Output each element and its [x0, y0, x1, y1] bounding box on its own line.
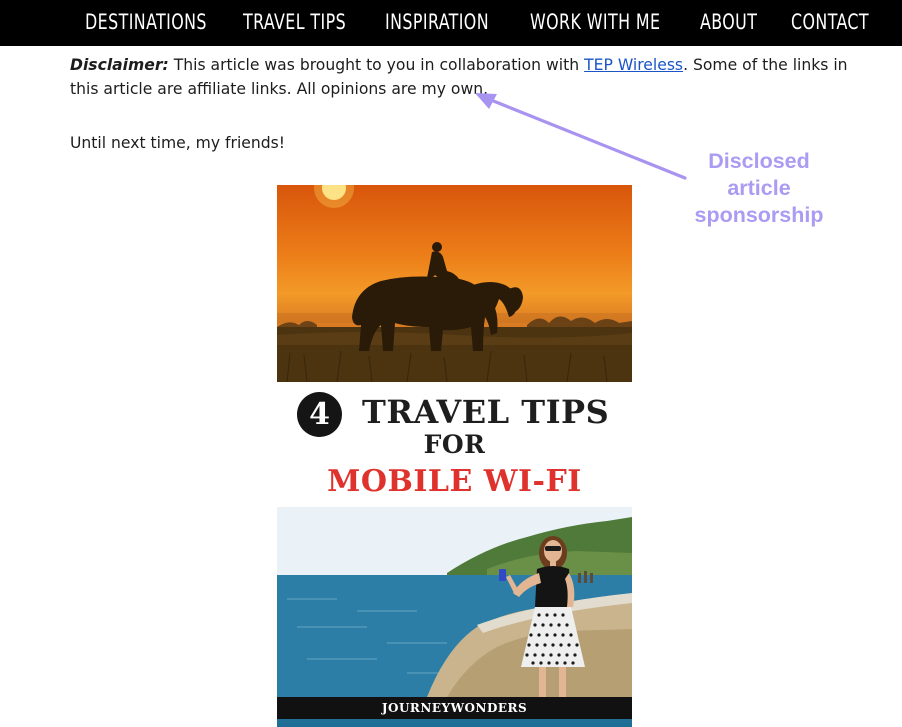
annotation-label: Disclosed article sponsorship	[680, 148, 838, 229]
pin-for-text: FOR	[423, 430, 486, 459]
coastal-scene	[277, 507, 632, 697]
disclaimer-text-pre: This article was brought to you in colla…	[168, 56, 585, 74]
pin-title-block: 4 TRAVEL TIPS FOR MOBILE WI-FI	[277, 382, 632, 507]
coastal-photo: JOURNEYWONDERS	[277, 507, 632, 727]
pin-subtitle: MOBILE WI-FI	[327, 464, 582, 499]
article-pin-image[interactable]: 4 TRAVEL TIPS FOR MOBILE WI-FI JOURNEYWO…	[277, 185, 632, 727]
nav-item-work-with-me[interactable]: WORK WITH ME	[530, 5, 660, 39]
nav-item-contact[interactable]: CONTACT	[791, 5, 869, 39]
nav-item-inspiration[interactable]: INSPIRATION	[385, 5, 489, 39]
elephant-silhouette-scene	[277, 185, 632, 382]
nav-item-travel-tips[interactable]: TRAVEL TIPS	[243, 5, 346, 39]
disclaimer-paragraph: Disclaimer: This article was brought to …	[70, 53, 850, 101]
annotation-line-1: Disclosed	[708, 149, 810, 173]
nav-item-destinations[interactable]: DESTINATIONS	[85, 5, 207, 39]
disclaimer-label: Disclaimer:	[70, 56, 169, 74]
annotation-line-3: sponsorship	[694, 203, 824, 227]
pin-title: TRAVEL TIPS	[362, 393, 610, 431]
brand-watermark: JOURNEYWONDERS	[277, 697, 632, 719]
top-nav: DESTINATIONS TRAVEL TIPS INSPIRATION WOR…	[0, 0, 902, 46]
annotation-line-2: article	[727, 176, 791, 200]
tep-wireless-link[interactable]: TEP Wireless	[584, 56, 683, 74]
sunset-elephant-photo	[277, 185, 632, 382]
nav-item-about[interactable]: ABOUT	[700, 5, 757, 39]
